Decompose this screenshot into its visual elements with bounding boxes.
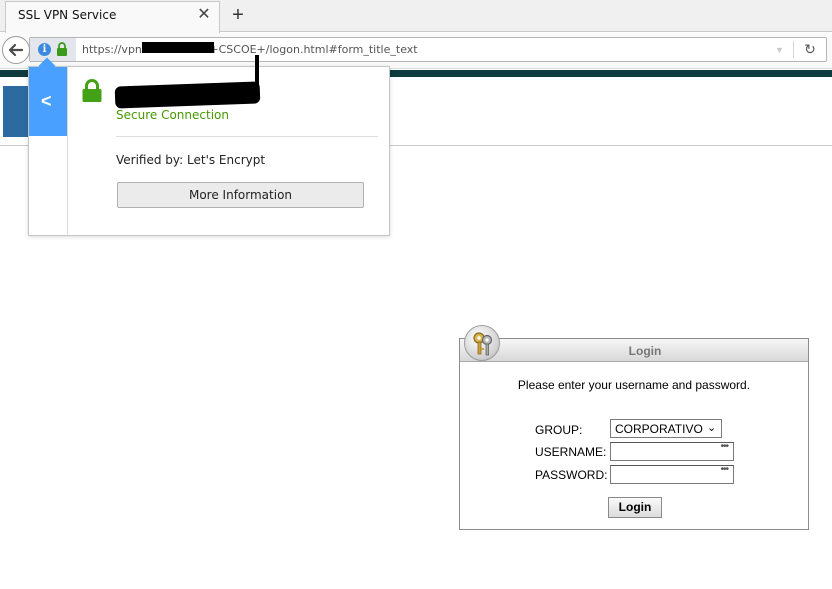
redaction-mark — [114, 81, 261, 109]
url-dropdown-icon[interactable]: ▼ — [775, 45, 784, 55]
lock-icon — [56, 42, 68, 59]
autofill-icon[interactable]: ••• — [720, 464, 728, 475]
group-selected-value: CORPORATIVO — [615, 422, 703, 436]
secure-connection-label: Secure Connection — [116, 108, 229, 122]
redaction-mark — [255, 55, 259, 85]
chevron-down-icon: ⌄ — [707, 422, 717, 434]
group-select[interactable]: CORPORATIVO ⌄ — [610, 419, 722, 438]
login-title-bar: Login — [460, 339, 808, 362]
url-prefix: https://vpn. — [82, 43, 146, 56]
popup-back-button[interactable]: < — [29, 67, 67, 136]
url-text: https://vpn. +CSCOE+/logon.html#form_titl… — [82, 43, 418, 56]
reload-icon[interactable]: ↻ — [802, 41, 818, 57]
lock-icon — [81, 79, 103, 106]
navigation-bar: i https://vpn. +CSCOE+/logon.html#form_ti… — [0, 33, 832, 69]
autofill-icon[interactable]: ••• — [720, 441, 728, 452]
tab-strip: SSL VPN Service ✕ + — [0, 0, 832, 33]
username-label: USERNAME: — [535, 445, 607, 459]
popup-sidebar: < — [29, 67, 68, 235]
password-label: PASSWORD: — [535, 468, 608, 482]
close-tab-icon[interactable]: ✕ — [196, 6, 212, 24]
redaction-mark — [142, 42, 214, 53]
site-identity-popup: < Secure Connection Verified by: Let's E… — [28, 55, 390, 236]
more-information-button[interactable]: More Information — [117, 182, 364, 208]
chevron-left-icon: < — [41, 91, 52, 111]
url-bar[interactable]: i https://vpn. +CSCOE+/logon.html#form_ti… — [29, 37, 827, 62]
username-field[interactable]: ••• — [610, 441, 734, 461]
login-button[interactable]: Login — [608, 497, 662, 518]
login-form: Login Please enter your username and pas… — [459, 325, 809, 530]
verified-by-label: Verified by: Let's Encrypt — [116, 153, 266, 167]
info-icon: i — [38, 43, 51, 56]
password-field[interactable]: ••• — [610, 464, 734, 484]
back-arrow-icon — [8, 43, 24, 57]
site-identity-button[interactable]: i — [30, 38, 76, 61]
url-divider — [793, 41, 794, 58]
login-instructions: Please enter your username and password. — [517, 378, 751, 392]
group-label: GROUP: — [535, 423, 583, 437]
login-title: Login — [628, 344, 662, 358]
back-button[interactable] — [2, 36, 30, 64]
keys-icon — [464, 325, 500, 361]
popup-divider — [116, 136, 378, 137]
new-tab-button[interactable]: + — [228, 4, 248, 26]
url-suffix: +CSCOE+/logon.html#form_title_text — [209, 43, 418, 56]
tab-title: SSL VPN Service — [18, 8, 117, 22]
browser-tab[interactable]: SSL VPN Service ✕ — [5, 1, 220, 33]
